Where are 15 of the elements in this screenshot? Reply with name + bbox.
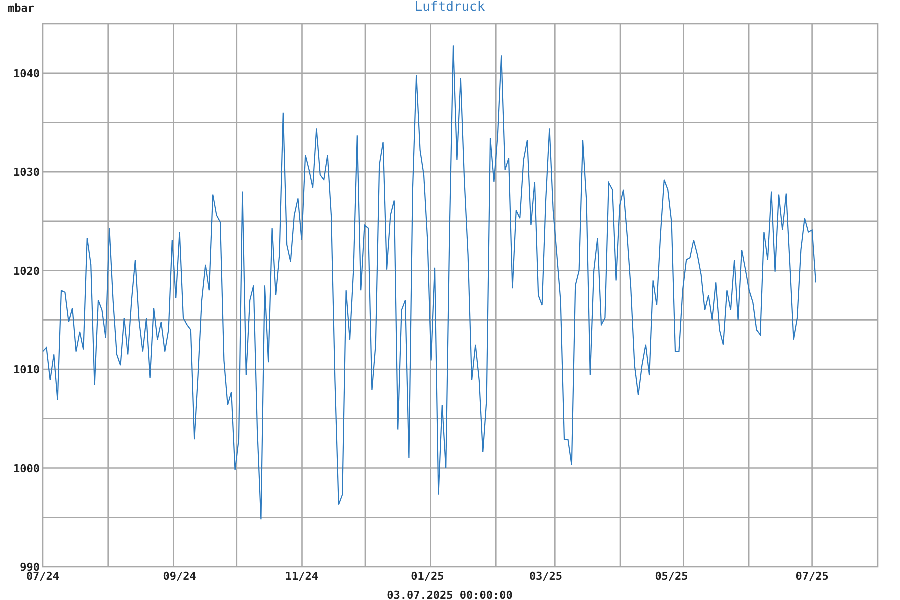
- y-tick-label: 1040: [14, 67, 40, 80]
- x-tick-label: 11/24: [285, 570, 318, 583]
- y-axis-label: mbar: [8, 2, 34, 15]
- timestamp-label: 03.07.2025 00:00:00: [387, 589, 513, 600]
- x-tick-label: 07/25: [796, 570, 829, 583]
- y-tick-label: 1000: [14, 462, 40, 476]
- y-tick-label: 1020: [14, 264, 40, 278]
- y-tick-label: 1030: [14, 166, 40, 180]
- x-tick-label: 07/24: [26, 570, 60, 583]
- chart-title: Luftdruck: [414, 0, 486, 15]
- y-tick-label: 1010: [14, 364, 40, 377]
- x-tick-label: 05/25: [655, 570, 688, 583]
- x-tick-label: 09/24: [163, 570, 196, 583]
- x-tick-label: 01/25: [411, 570, 444, 583]
- x-tick-label: 03/25: [529, 570, 563, 583]
